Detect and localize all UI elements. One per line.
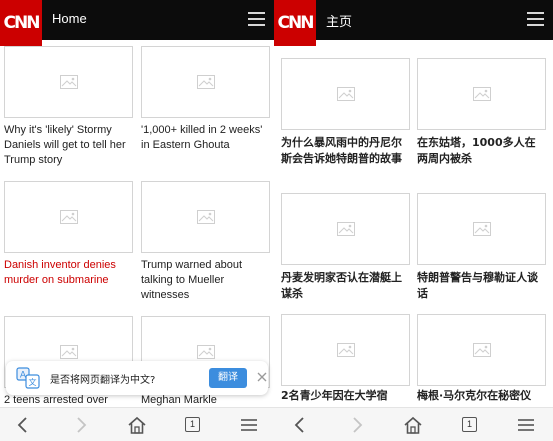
article-headline[interactable]: '1,000+ killed in 2 weeks' in Eastern Gh… xyxy=(141,123,270,153)
image-placeholder-icon xyxy=(336,343,355,357)
article-headline[interactable]: 特朗普警告与穆勒证人谈话 xyxy=(417,270,546,302)
menu-icon[interactable] xyxy=(248,12,265,26)
article-thumbnail[interactable] xyxy=(281,58,410,130)
article-thumbnail[interactable] xyxy=(141,181,270,253)
tab-count: 1 xyxy=(462,417,477,432)
translate-icon: A 文 xyxy=(16,367,40,389)
article-headline[interactable]: 2名青少年因在大学宿 xyxy=(281,388,410,404)
image-placeholder-icon xyxy=(196,75,215,89)
image-placeholder-icon xyxy=(59,210,78,224)
image-placeholder-icon xyxy=(196,210,215,224)
article-thumbnail[interactable] xyxy=(281,193,410,265)
image-placeholder-icon xyxy=(336,87,355,101)
translate-message: 是否将网页翻译为中文? xyxy=(50,375,156,386)
image-placeholder-icon xyxy=(472,222,491,236)
tabs-icon[interactable]: 1 xyxy=(460,415,482,435)
image-placeholder-icon xyxy=(59,75,78,89)
article-thumbnail[interactable] xyxy=(417,58,546,130)
article-headline[interactable]: 梅根·马尔克尔在秘密仪 xyxy=(417,388,546,404)
article-thumbnail[interactable] xyxy=(141,46,270,118)
browser-toolbar: 1 xyxy=(274,407,553,441)
home-icon[interactable] xyxy=(402,415,424,435)
article-headline[interactable]: Trump warned about talking to Mueller wi… xyxy=(141,258,270,303)
menu-icon[interactable] xyxy=(515,415,537,435)
image-placeholder-icon xyxy=(472,343,491,357)
nav-title: 主页 xyxy=(326,14,353,29)
article-thumbnail[interactable] xyxy=(4,46,133,118)
nav-title: Home xyxy=(52,11,87,26)
article-thumbnail[interactable] xyxy=(281,314,410,386)
browser-toolbar: 1 xyxy=(0,407,274,441)
left-screen: CNN Home Why it's 'likely' Stormy Daniel… xyxy=(0,0,274,441)
tabs-icon[interactable]: 1 xyxy=(183,415,205,435)
cnn-logo[interactable]: CNN xyxy=(0,0,42,46)
article-headline[interactable]: Meghan Markle xyxy=(141,393,270,408)
top-nav-bar: CNN Home xyxy=(0,0,274,46)
back-icon[interactable] xyxy=(289,415,311,435)
article-headline[interactable]: Why it's 'likely' Stormy Daniels will ge… xyxy=(4,123,133,168)
article-thumbnail[interactable] xyxy=(4,181,133,253)
menu-icon[interactable] xyxy=(238,415,260,435)
back-icon[interactable] xyxy=(12,415,34,435)
top-nav-bar: CNN 主页 xyxy=(274,0,553,46)
svg-text:文: 文 xyxy=(29,377,37,387)
article-headline[interactable]: 在东姑塔，1000多人在两周内被杀 xyxy=(417,135,546,167)
forward-icon[interactable] xyxy=(346,415,368,435)
article-headline[interactable]: Danish inventor denies murder on submari… xyxy=(4,258,133,288)
image-placeholder-icon xyxy=(196,345,215,359)
tab-count: 1 xyxy=(185,417,200,432)
cnn-logo[interactable]: CNN xyxy=(274,0,316,46)
article-headline[interactable]: 2 teens arrested over xyxy=(4,393,133,408)
close-icon[interactable] xyxy=(257,372,267,382)
forward-icon[interactable] xyxy=(70,415,92,435)
article-thumbnail[interactable] xyxy=(417,193,546,265)
image-placeholder-icon xyxy=(472,87,491,101)
image-placeholder-icon xyxy=(336,222,355,236)
right-screen: CNN 主页 为什么暴风雨中的丹尼尔斯会告诉她特朗普的故事 在东姑塔，1000多… xyxy=(274,0,553,441)
image-placeholder-icon xyxy=(59,345,78,359)
translate-button[interactable]: 翻译 xyxy=(209,368,247,388)
article-headline[interactable]: 丹麦发明家否认在潜艇上谋杀 xyxy=(281,270,410,302)
home-icon[interactable] xyxy=(126,415,148,435)
translate-prompt: A 文 是否将网页翻译为中文? 翻译 xyxy=(6,361,268,395)
article-headline[interactable]: 为什么暴风雨中的丹尼尔斯会告诉她特朗普的故事 xyxy=(281,135,410,167)
article-thumbnail[interactable] xyxy=(417,314,546,386)
menu-icon[interactable] xyxy=(527,12,544,26)
